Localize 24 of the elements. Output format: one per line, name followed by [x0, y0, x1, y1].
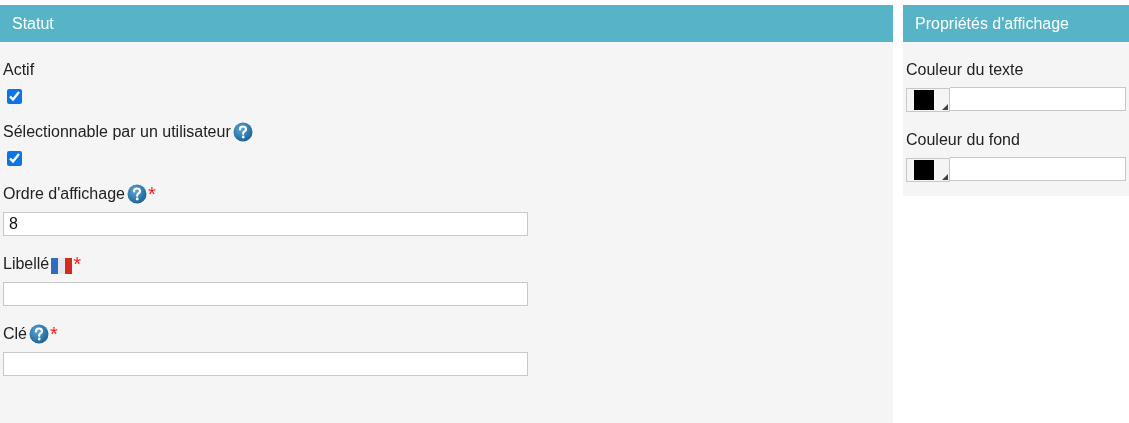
field-label: Sélectionnable par un utilisateur [3, 123, 231, 141]
help-icon[interactable] [126, 184, 147, 204]
color-swatch-button[interactable] [906, 158, 950, 182]
required-mark: * [50, 324, 58, 344]
field-label: Couleur du texte [906, 61, 1024, 79]
checkbox[interactable] [7, 151, 22, 166]
help-icon[interactable] [29, 324, 49, 344]
panel-header: Statut [0, 5, 893, 42]
field-label: Actif [3, 61, 35, 79]
field-label: Clé [3, 325, 27, 343]
input-field[interactable] [3, 352, 528, 376]
checkbox[interactable] [7, 89, 22, 104]
help-icon[interactable] [232, 122, 253, 142]
input-field[interactable]: 8 [3, 212, 528, 236]
required-mark: * [73, 254, 82, 274]
color-swatch-button[interactable] [906, 88, 950, 112]
input-field[interactable] [950, 87, 1126, 111]
panel-header: Propriétés d'affichage [903, 5, 1129, 42]
input-field[interactable] [3, 282, 528, 306]
input-field[interactable] [950, 157, 1126, 181]
field-label: Couleur du fond [906, 131, 1020, 149]
field-label: Ordre d'affichage [3, 185, 125, 203]
required-mark: * [147, 184, 156, 204]
field-label: Libellé [3, 255, 50, 273]
